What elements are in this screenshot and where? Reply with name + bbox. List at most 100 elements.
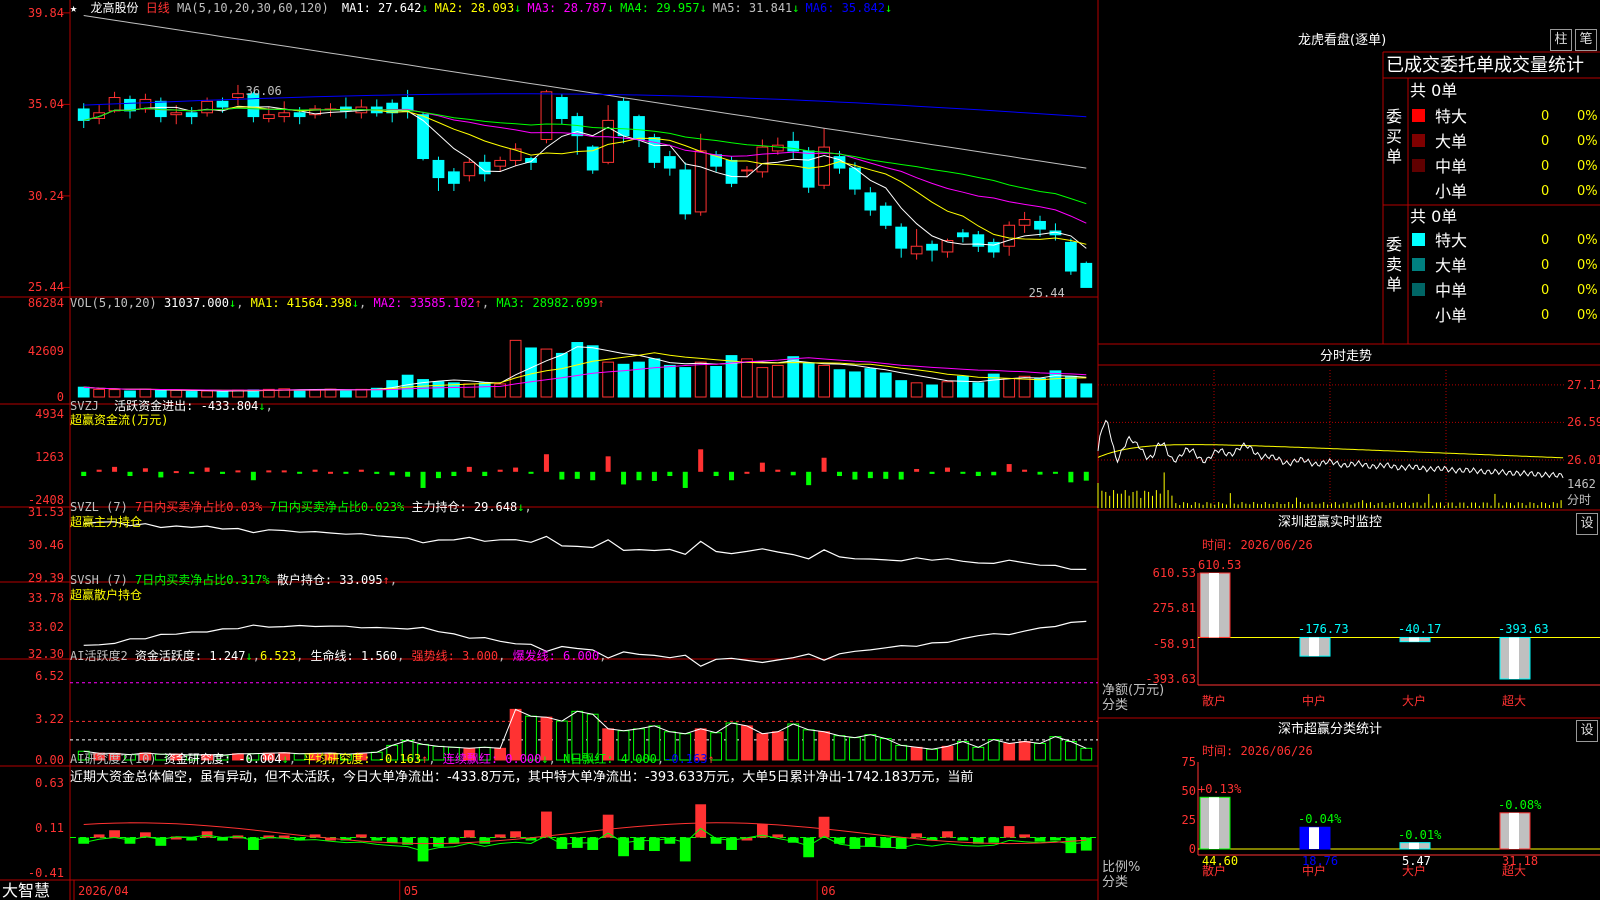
row-percent: 0% <box>1577 184 1598 199</box>
candle-body <box>663 156 676 169</box>
row-color-swatch <box>1412 308 1425 321</box>
candle-body <box>185 112 198 118</box>
volume-bar <box>555 352 568 398</box>
research-bar <box>463 830 475 838</box>
svzj-bar <box>898 471 904 480</box>
svzj-bar <box>775 469 781 472</box>
x-axis-label: 05 <box>403 884 419 898</box>
sz-monitor-bar-highlight <box>1209 573 1219 638</box>
ai1-header: AI活跃度2 资金活跃度: 1.247↓,6.523, 生命线: 1.560, … <box>70 649 607 663</box>
tick-view-button[interactable]: 笔 <box>1575 29 1597 51</box>
activity-bar <box>1049 736 1062 761</box>
volume-bar <box>540 348 553 398</box>
research-bar <box>864 837 876 847</box>
vol-ma1: MA1: 41564.398 <box>250 296 352 310</box>
svzl-chart[interactable] <box>83 521 1087 571</box>
brand-logo[interactable]: 大智慧 <box>2 881 50 900</box>
row-percent: 0% <box>1577 233 1598 248</box>
ma-legend-item: MA1: 27.642 <box>341 1 422 15</box>
volume-bar <box>694 361 707 398</box>
sz-class-value-label: -0.04% <box>1298 812 1342 827</box>
volume-bar <box>879 372 892 398</box>
sz-monitor-value-label: -393.63 <box>1498 622 1549 637</box>
activity-bar <box>1034 742 1046 761</box>
volume-bar <box>139 388 152 398</box>
ai-activity-chart[interactable] <box>70 682 1098 761</box>
research-bar <box>1065 837 1077 854</box>
row-label: 特大 <box>1435 231 1468 250</box>
sell-group-label: 委卖单 <box>1386 235 1403 294</box>
svzj-chart[interactable] <box>81 449 1089 488</box>
activity-bar <box>802 729 815 761</box>
svzj-bar <box>1037 471 1043 475</box>
sz-monitor-value-label: -40.17 <box>1398 622 1442 637</box>
row-percent: 0% <box>1577 258 1598 273</box>
x-axis-label: 2026/04 <box>78 884 129 898</box>
ai1-y-tick: 6.52 <box>35 669 64 683</box>
minute-price-line <box>1097 419 1564 479</box>
activity-bar <box>972 746 985 761</box>
sz-monitor-category-label: 大户 <box>1402 694 1427 708</box>
activity-bar <box>1080 747 1093 761</box>
volume-bar <box>771 364 784 398</box>
vol-value: 31037.000 <box>163 296 229 310</box>
research-bar <box>587 837 599 850</box>
svzj-bar <box>713 471 719 477</box>
sz-class-value-label: -0.01% <box>1398 827 1442 842</box>
svzj-bar <box>451 471 457 477</box>
candle-body <box>278 112 291 118</box>
svzj-bar <box>790 471 796 476</box>
svzj-bar <box>343 471 349 474</box>
indicator-y-tick: 30.46 <box>27 538 64 552</box>
high-price-label: 36.06 <box>245 83 282 98</box>
ma-params: MA(5,10,20,30,60,120) <box>176 1 329 15</box>
volume-chart[interactable] <box>77 339 1093 398</box>
activity-bar <box>1003 742 1016 761</box>
svzj-bar <box>112 466 118 472</box>
candle-body <box>1034 220 1046 230</box>
kline-chart[interactable] <box>77 15 1093 288</box>
main-y-tick: 30.24 <box>27 188 64 203</box>
row-label: 大单 <box>1435 256 1468 275</box>
volume-bar <box>478 382 491 398</box>
svzl-subtitle: 超赢主力持仓 <box>70 515 143 529</box>
sz-monitor-settings-button[interactable]: 设 <box>1576 513 1598 535</box>
svzj-bar <box>358 469 364 472</box>
volume-bar <box>648 358 661 398</box>
sz-class-y-tick: 25 <box>1181 813 1196 827</box>
volume-bar <box>756 367 769 398</box>
svzj-bar <box>883 471 889 479</box>
svzj-bar <box>837 471 842 477</box>
activity-bar <box>956 741 969 761</box>
activity-bar <box>1064 741 1077 761</box>
minute-y-tick: 27.17 <box>1567 377 1600 392</box>
volume-bar <box>1080 383 1093 398</box>
star-icon[interactable]: ★ <box>70 1 77 15</box>
bar-view-button[interactable]: 柱 <box>1550 29 1572 51</box>
sz-class-settings-button[interactable]: 设 <box>1576 720 1598 742</box>
ma-line-3 <box>83 107 1087 224</box>
buy-total: 共 0单 <box>1410 81 1458 100</box>
ai2-t3: 连续飘红: 0.000 <box>442 752 542 766</box>
stock-name[interactable]: 龙高股份 <box>90 1 138 15</box>
activity-bar <box>910 746 923 761</box>
sz-class-value-label: -0.08% <box>1498 797 1542 812</box>
research-bar <box>433 837 444 847</box>
research-bar <box>942 831 953 838</box>
dragon-header: 已成交委托单成交量统计 <box>1386 55 1584 76</box>
svzj-bar <box>497 469 503 472</box>
research-bar <box>417 837 429 862</box>
candle-body <box>124 98 136 112</box>
period-label[interactable]: 日线 <box>146 1 170 15</box>
activity-bar <box>941 745 954 761</box>
svzj-bar <box>621 471 627 485</box>
row-value: 0 <box>1541 109 1550 124</box>
ai-research-chart[interactable] <box>70 804 1098 862</box>
research-bar <box>124 837 136 844</box>
research-bar <box>479 837 491 844</box>
candle-body <box>262 114 275 119</box>
sz-class-bar-value: 44.60 <box>1202 854 1239 868</box>
main-header: ★ 龙高股份 日线 MA(5,10,20,30,60,120) MA1: 27.… <box>70 0 892 16</box>
minute-vol-label: 分时 <box>1567 493 1592 507</box>
svzl-title: SVZL (7) <box>70 500 128 514</box>
